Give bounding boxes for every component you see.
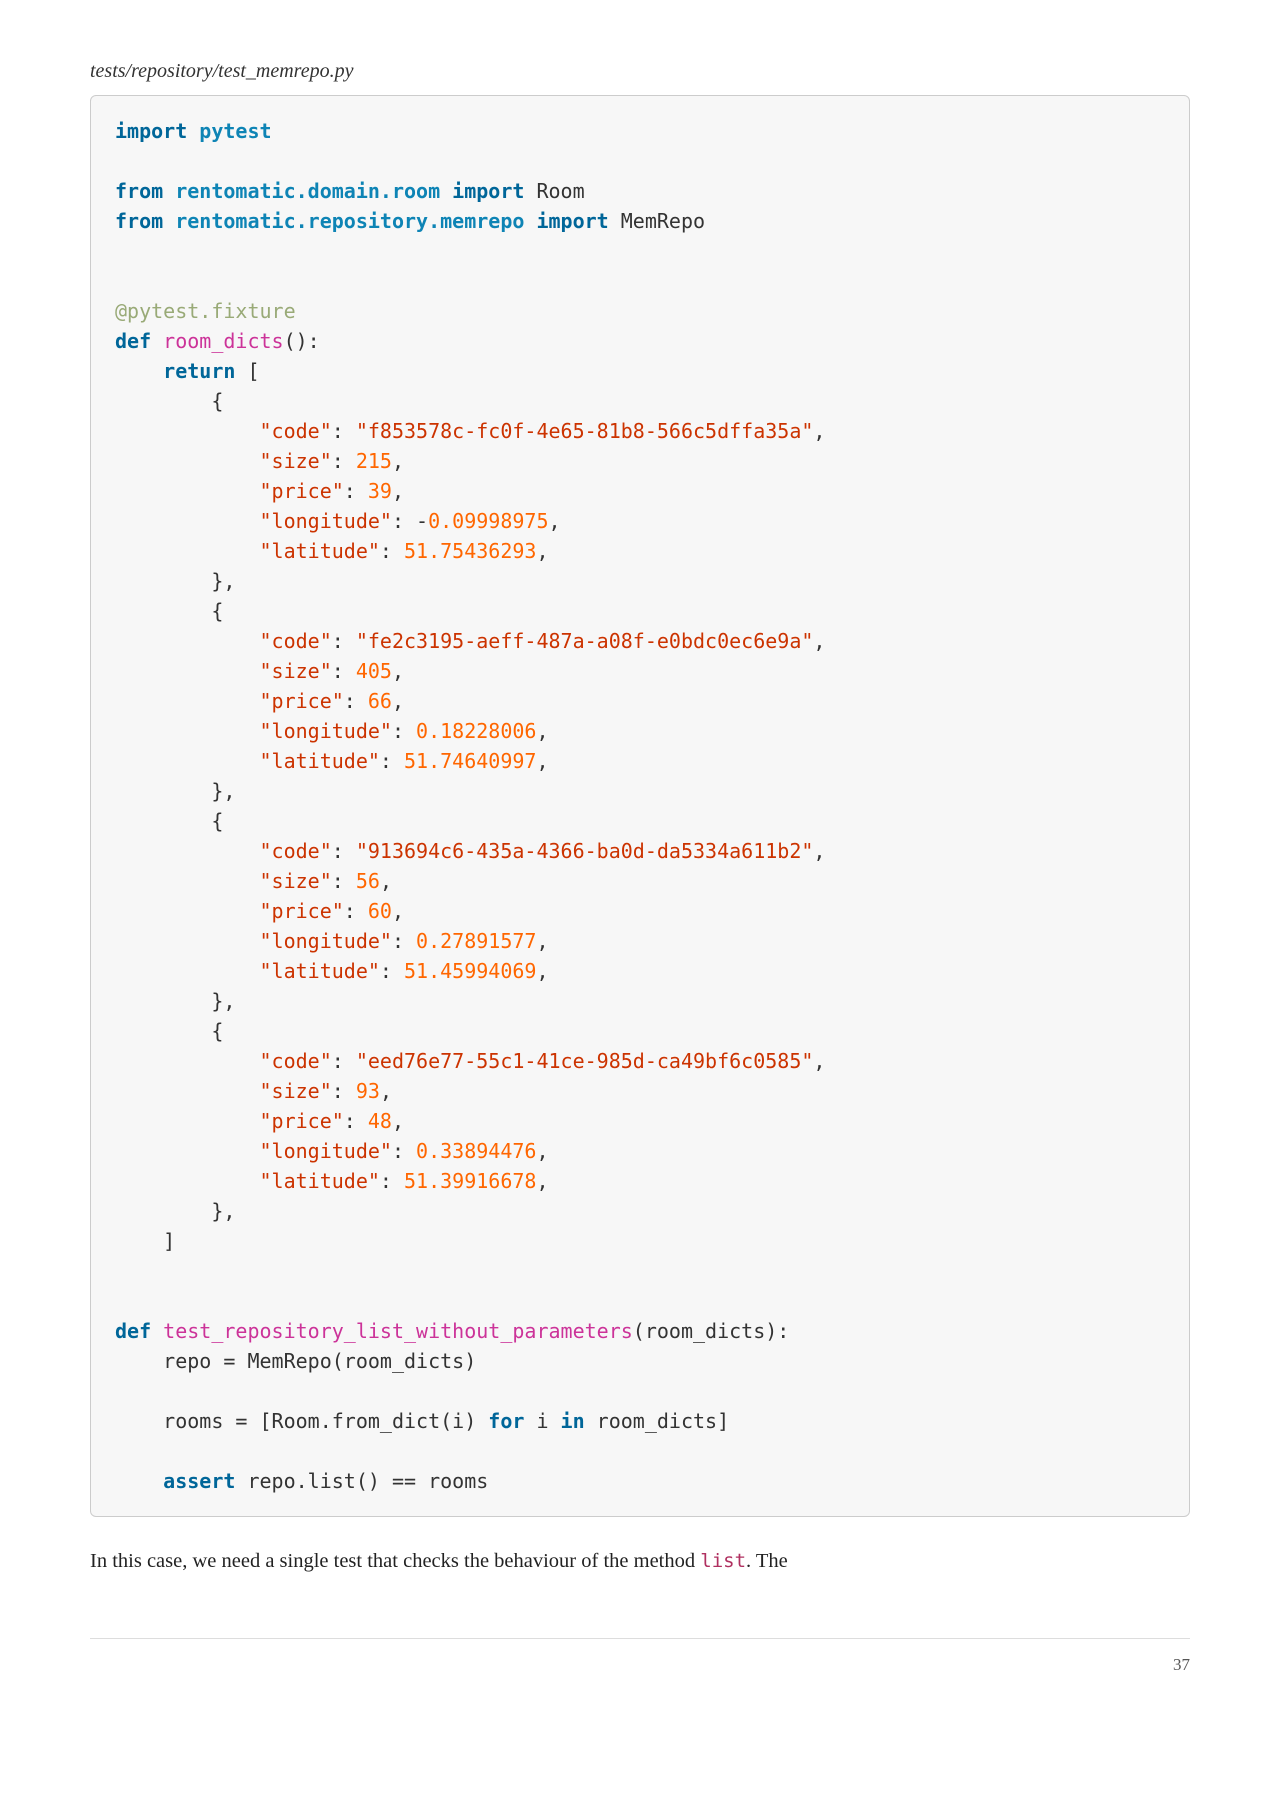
kw-from2: from [115, 209, 163, 233]
k-lat-3: "latitude" [260, 1169, 380, 1193]
k-lon-0: "longitude" [260, 509, 392, 533]
k-lon-1: "longitude" [260, 719, 392, 743]
file-path-caption: tests/repository/test_memrepo.py [90, 60, 1190, 83]
fn-room-dicts: room_dicts [163, 329, 283, 353]
k-code-3: "code" [260, 1049, 332, 1073]
r0-size: 215 [356, 449, 392, 473]
k-price-0: "price" [260, 479, 344, 503]
body-repo: repo = MemRepo(room_dicts) [115, 1349, 476, 1373]
para-part2: . The [746, 1550, 788, 1572]
r2-size: 56 [356, 869, 380, 893]
mod-domain: rentomatic.domain.room [175, 179, 440, 203]
k-size-1: "size" [260, 659, 332, 683]
kw-for: for [488, 1409, 524, 1433]
mod-pytest: pytest [199, 119, 271, 143]
k-price-3: "price" [260, 1109, 344, 1133]
fn-test: test_repository_list_without_parameters [163, 1319, 633, 1343]
body-paragraph: In this case, we need a single test that… [90, 1545, 1190, 1578]
k-size-0: "size" [260, 449, 332, 473]
k-price-2: "price" [260, 899, 344, 923]
page-number: 37 [1173, 1655, 1190, 1674]
decorator: @pytest.fixture [115, 299, 296, 323]
body-assert: repo.list() == rooms [235, 1469, 488, 1493]
r3-lat: 51.39916678 [404, 1169, 536, 1193]
r2-price: 60 [368, 899, 392, 923]
inline-code-list: list [700, 1550, 746, 1572]
page-footer: 37 [90, 1638, 1190, 1675]
r3-price: 48 [368, 1109, 392, 1133]
mod-repo: rentomatic.repository.memrepo [175, 209, 524, 233]
k-lon-3: "longitude" [260, 1139, 392, 1163]
body-rooms-2: i [524, 1409, 560, 1433]
r1-size: 405 [356, 659, 392, 683]
kw-assert: assert [163, 1469, 235, 1493]
k-price-1: "price" [260, 689, 344, 713]
r2-code: "913694c6-435a-4366-ba0d-da5334a611b2" [356, 839, 814, 863]
r3-size: 93 [356, 1079, 380, 1103]
k-lat-2: "latitude" [260, 959, 380, 983]
r0-lon: 0.09998975 [428, 509, 548, 533]
r0-neg: - [416, 509, 428, 533]
r1-lon: 0.18228006 [416, 719, 536, 743]
k-code-2: "code" [260, 839, 332, 863]
k-lat-1: "latitude" [260, 749, 380, 773]
r0-code: "f853578c-fc0f-4e65-81b8-566c5dffa35a" [356, 419, 814, 443]
r2-lat: 51.45994069 [404, 959, 536, 983]
kw-def1: def [115, 329, 151, 353]
kw-import2: import [452, 179, 524, 203]
r1-code: "fe2c3195-aeff-487a-a08f-e0bdc0ec6e9a" [356, 629, 814, 653]
kw-import: import [115, 119, 187, 143]
k-size-2: "size" [260, 869, 332, 893]
r0-lat: 51.75436293 [404, 539, 536, 563]
k-lon-2: "longitude" [260, 929, 392, 953]
body-rooms-1: rooms = [Room.from_dict(i) [115, 1409, 488, 1433]
r3-code: "eed76e77-55c1-41ce-985d-ca49bf6c0585" [356, 1049, 814, 1073]
kw-def2: def [115, 1319, 151, 1343]
r1-price: 66 [368, 689, 392, 713]
code-block: import pytest from rentomatic.domain.roo… [90, 95, 1190, 1517]
r3-lon: 0.33894476 [416, 1139, 536, 1163]
k-code-1: "code" [260, 629, 332, 653]
k-lat-0: "latitude" [260, 539, 380, 563]
body-rooms-3: room_dicts] [585, 1409, 730, 1433]
kw-return: return [163, 359, 235, 383]
k-code-0: "code" [260, 419, 332, 443]
para-part1: In this case, we need a single test that… [90, 1550, 700, 1572]
r0-price: 39 [368, 479, 392, 503]
r1-lat: 51.74640997 [404, 749, 536, 773]
r2-lon: 0.27891577 [416, 929, 536, 953]
kw-from: from [115, 179, 163, 203]
kw-import3: import [536, 209, 608, 233]
kw-in: in [561, 1409, 585, 1433]
cls-room: Room [536, 179, 584, 203]
k-size-3: "size" [260, 1079, 332, 1103]
cls-memrepo: MemRepo [621, 209, 705, 233]
